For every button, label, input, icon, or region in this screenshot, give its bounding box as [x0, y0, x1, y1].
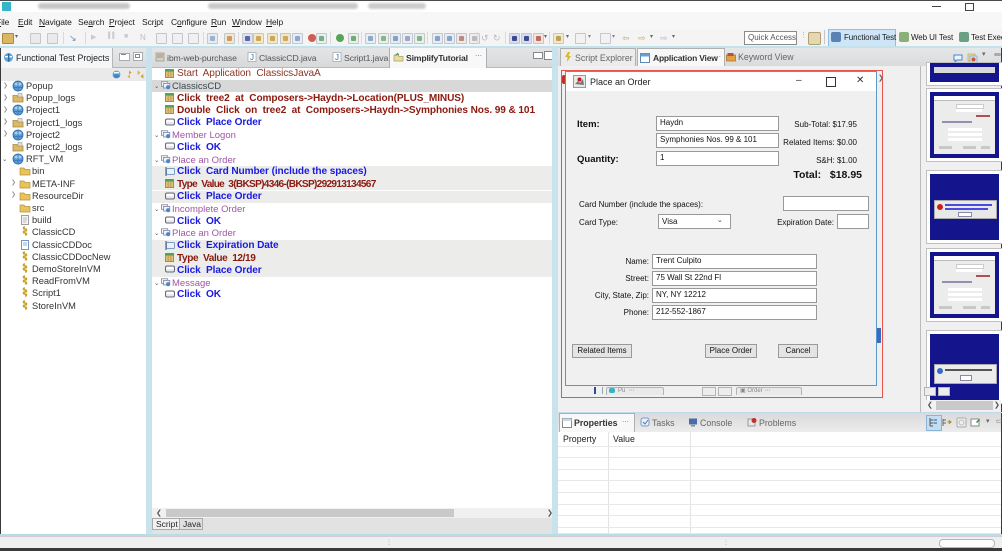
svg-text:J: J — [250, 53, 254, 62]
svg-text:J: J — [335, 53, 339, 62]
